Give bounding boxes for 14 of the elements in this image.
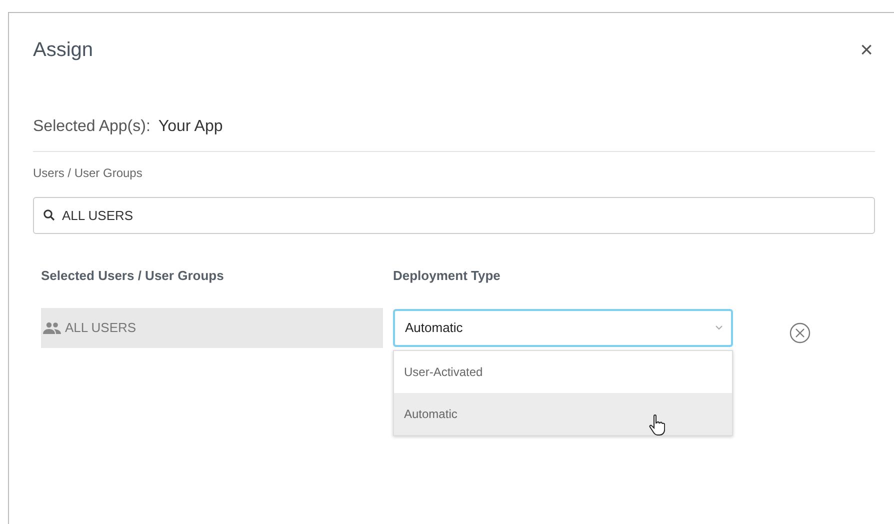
dropdown-option[interactable]: Automatic [394,392,732,434]
deployment-select[interactable]: Automatic [393,308,733,346]
dialog-title: Assign [33,38,94,63]
selected-app-label: Selected App(s): [33,117,150,137]
caret-icon [715,325,723,330]
selected-app-value: Your App [158,117,223,137]
search-field[interactable]: ALL USERS [33,197,875,234]
close-button[interactable]: × [858,39,875,61]
people-icon [43,322,61,334]
user-group-cell: ALL USERS [41,308,383,348]
column-header: Selected Users / User Groups [41,267,225,285]
users-label: Users / User Groups [33,165,144,182]
dropdown-option[interactable]: User-Activated [394,350,732,392]
column-header: Deployment Type [393,267,502,285]
